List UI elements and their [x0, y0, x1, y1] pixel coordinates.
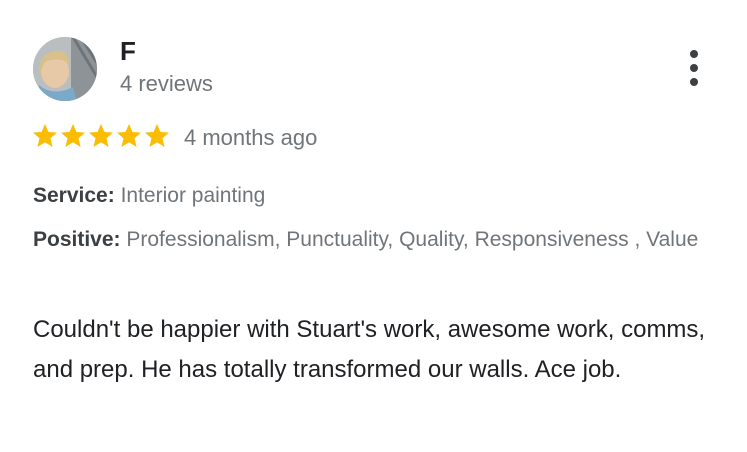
- positive-label: Positive:: [33, 228, 121, 251]
- more-vertical-icon: [690, 50, 698, 58]
- star-icon: [33, 124, 57, 147]
- positive-value: Professionalism, Punctuality, Quality, R…: [126, 228, 699, 251]
- positive-attribute: Positive: Professionalism, Punctuality, …: [33, 224, 723, 255]
- review-text: Couldn't be happier with Stuart's work, …: [33, 316, 706, 383]
- profile-photo: [33, 37, 97, 101]
- more-vertical-icon-dot: [690, 64, 698, 72]
- review-date: 4 months ago: [184, 125, 318, 150]
- star-icon: [145, 124, 169, 147]
- avatar[interactable]: [33, 37, 97, 101]
- star-icon: [117, 124, 141, 147]
- service-label: Service:: [33, 184, 115, 207]
- service-value: Interior painting: [120, 184, 266, 207]
- star-icon: [61, 124, 85, 147]
- more-options-button[interactable]: [680, 46, 708, 90]
- star-rating: [32, 123, 170, 149]
- more-vertical-icon-dot: [690, 78, 698, 86]
- reviewer-name[interactable]: F: [120, 36, 136, 66]
- review-count[interactable]: 4 reviews: [120, 71, 213, 97]
- service-attribute: Service: Interior painting: [33, 183, 723, 209]
- star-icon: [89, 124, 113, 147]
